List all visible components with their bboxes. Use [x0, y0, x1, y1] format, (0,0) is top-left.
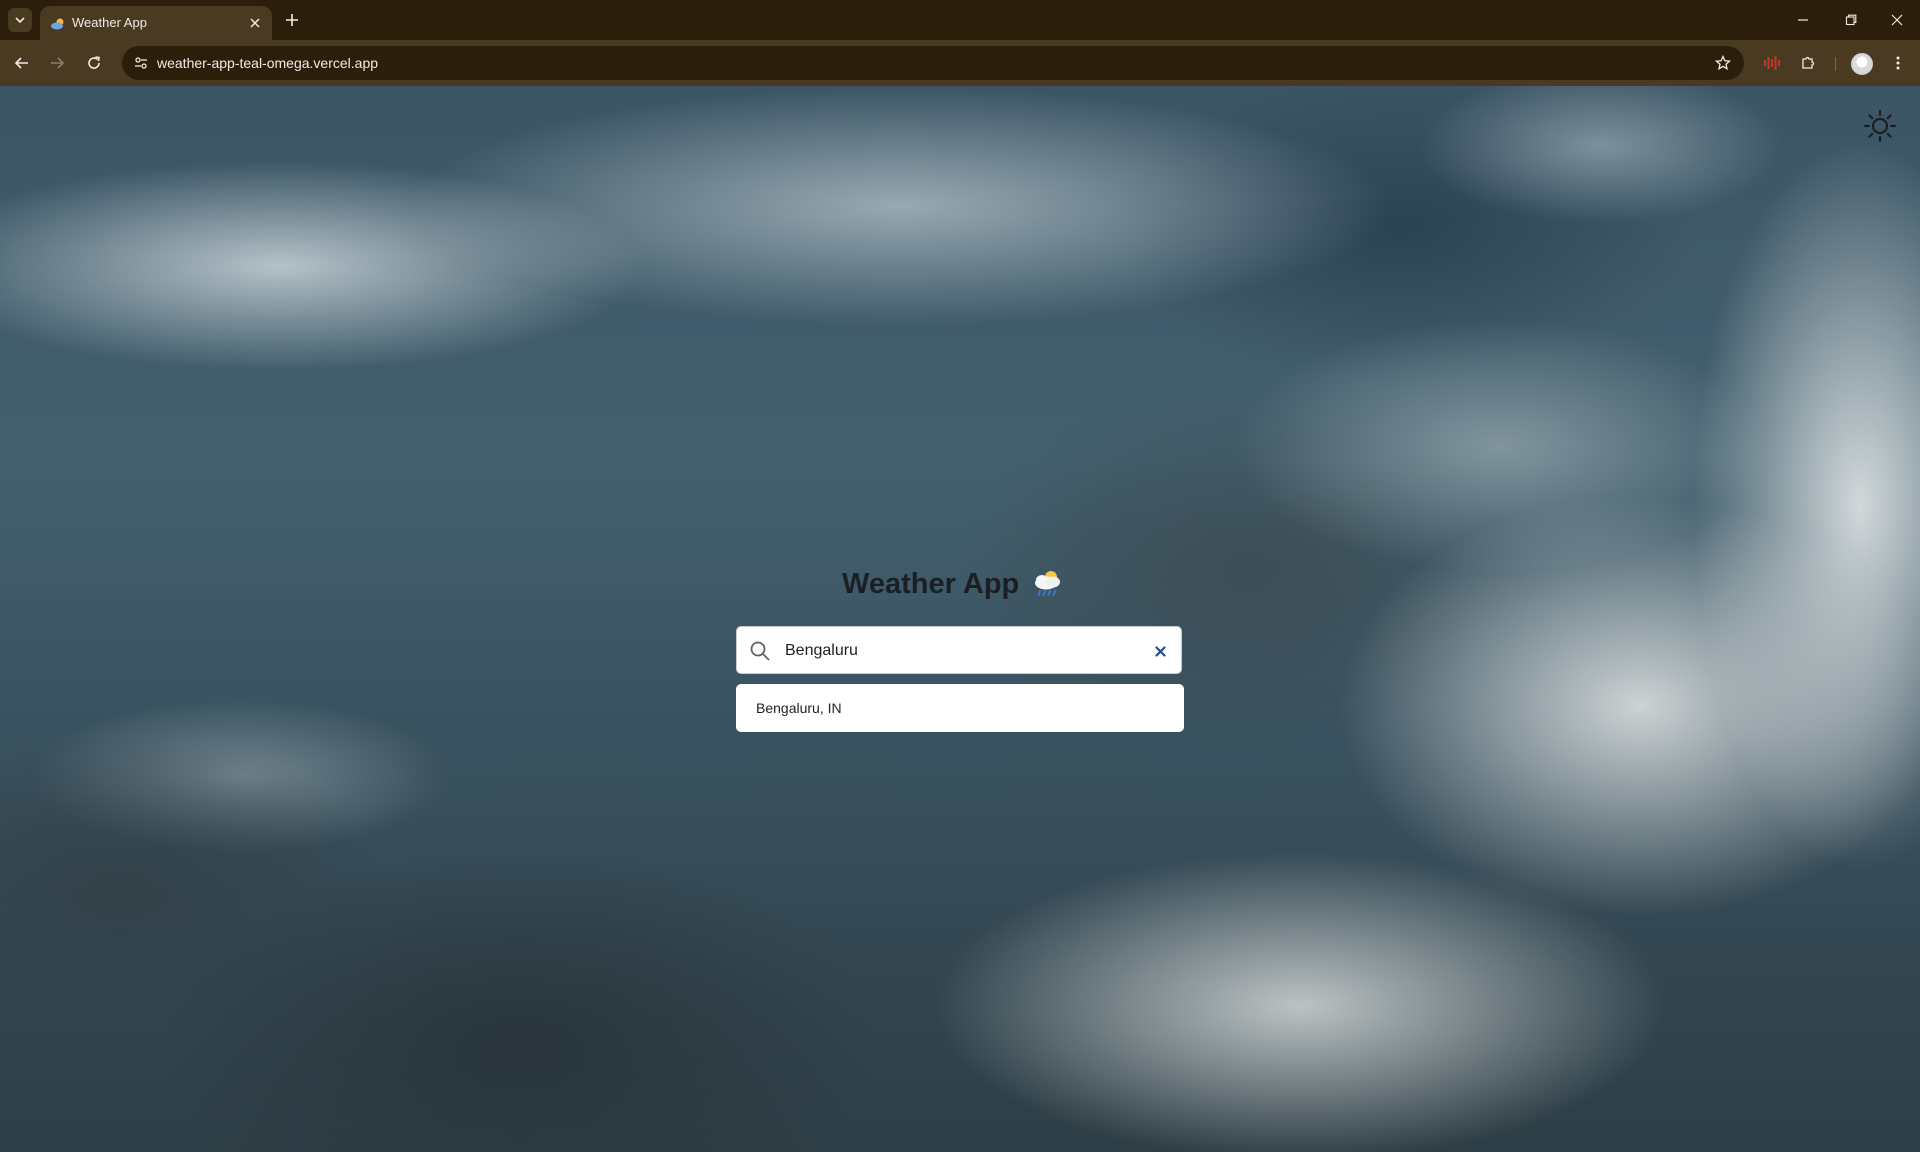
close-window-button[interactable] [1874, 0, 1920, 40]
address-bar[interactable]: weather-app-teal-omega.vercel.app [122, 46, 1744, 80]
search-box [736, 626, 1182, 674]
avatar[interactable] [1851, 53, 1873, 75]
site-info-button[interactable] [130, 52, 152, 74]
kebab-menu-icon [1896, 56, 1900, 70]
browser-window: Weather App weather-app-teal-omega.verce… [0, 0, 1920, 1152]
minimize-icon [1798, 19, 1808, 21]
reload-icon [88, 56, 100, 69]
star-icon [1715, 55, 1731, 71]
tab-title: Weather App [72, 15, 147, 30]
suggestions-dropdown: Bengaluru, IN [736, 684, 1184, 732]
bookmark-button[interactable] [1712, 52, 1734, 74]
tab-close-button[interactable] [246, 14, 264, 32]
minimize-button[interactable] [1780, 0, 1826, 40]
reload-button[interactable] [82, 51, 106, 75]
extensions-button[interactable] [1796, 51, 1820, 75]
suggestion-item[interactable]: Bengaluru, IN [756, 700, 842, 716]
page-viewport: Weather App Bengaluru Bengaluru, IN [0, 86, 1920, 1152]
page-title: Weather App [842, 564, 1065, 604]
close-icon [1891, 14, 1903, 26]
url-text: weather-app-teal-omega.vercel.app [157, 55, 379, 71]
forward-button[interactable] [45, 51, 69, 75]
cloud-rain-icon [1035, 571, 1061, 596]
close-icon [1154, 645, 1166, 657]
audio-bars-icon [1764, 56, 1780, 70]
restore-icon [1845, 14, 1857, 26]
search-icon [750, 641, 770, 661]
tune-icon [135, 57, 147, 69]
back-button[interactable] [10, 51, 34, 75]
tab-search-button[interactable] [8, 8, 32, 32]
sun-icon [1863, 109, 1897, 143]
browser-menu-button[interactable] [1886, 51, 1910, 75]
clear-search-button[interactable] [1151, 642, 1169, 660]
puzzle-icon [1802, 56, 1815, 69]
search-input[interactable] [785, 637, 1125, 665]
arrow-right-icon [51, 57, 65, 69]
chevron-down-icon [15, 17, 25, 24]
maximize-button[interactable] [1828, 0, 1874, 40]
weather-favicon-icon [51, 18, 64, 30]
theme-toggle-button[interactable] [1862, 108, 1898, 144]
page-title-text: Weather App [842, 567, 1020, 600]
browser-toolbar: weather-app-teal-omega.vercel.app [0, 40, 1920, 86]
tab-strip: Weather App [0, 0, 1920, 40]
toolbar-separator [1835, 57, 1836, 71]
arrow-left-icon [14, 57, 28, 69]
new-tab-button[interactable] [280, 8, 304, 32]
close-icon [250, 18, 260, 28]
audio-extension-button[interactable] [1760, 51, 1784, 75]
plus-icon [286, 14, 298, 26]
tab-weather-app[interactable]: Weather App [40, 6, 272, 40]
